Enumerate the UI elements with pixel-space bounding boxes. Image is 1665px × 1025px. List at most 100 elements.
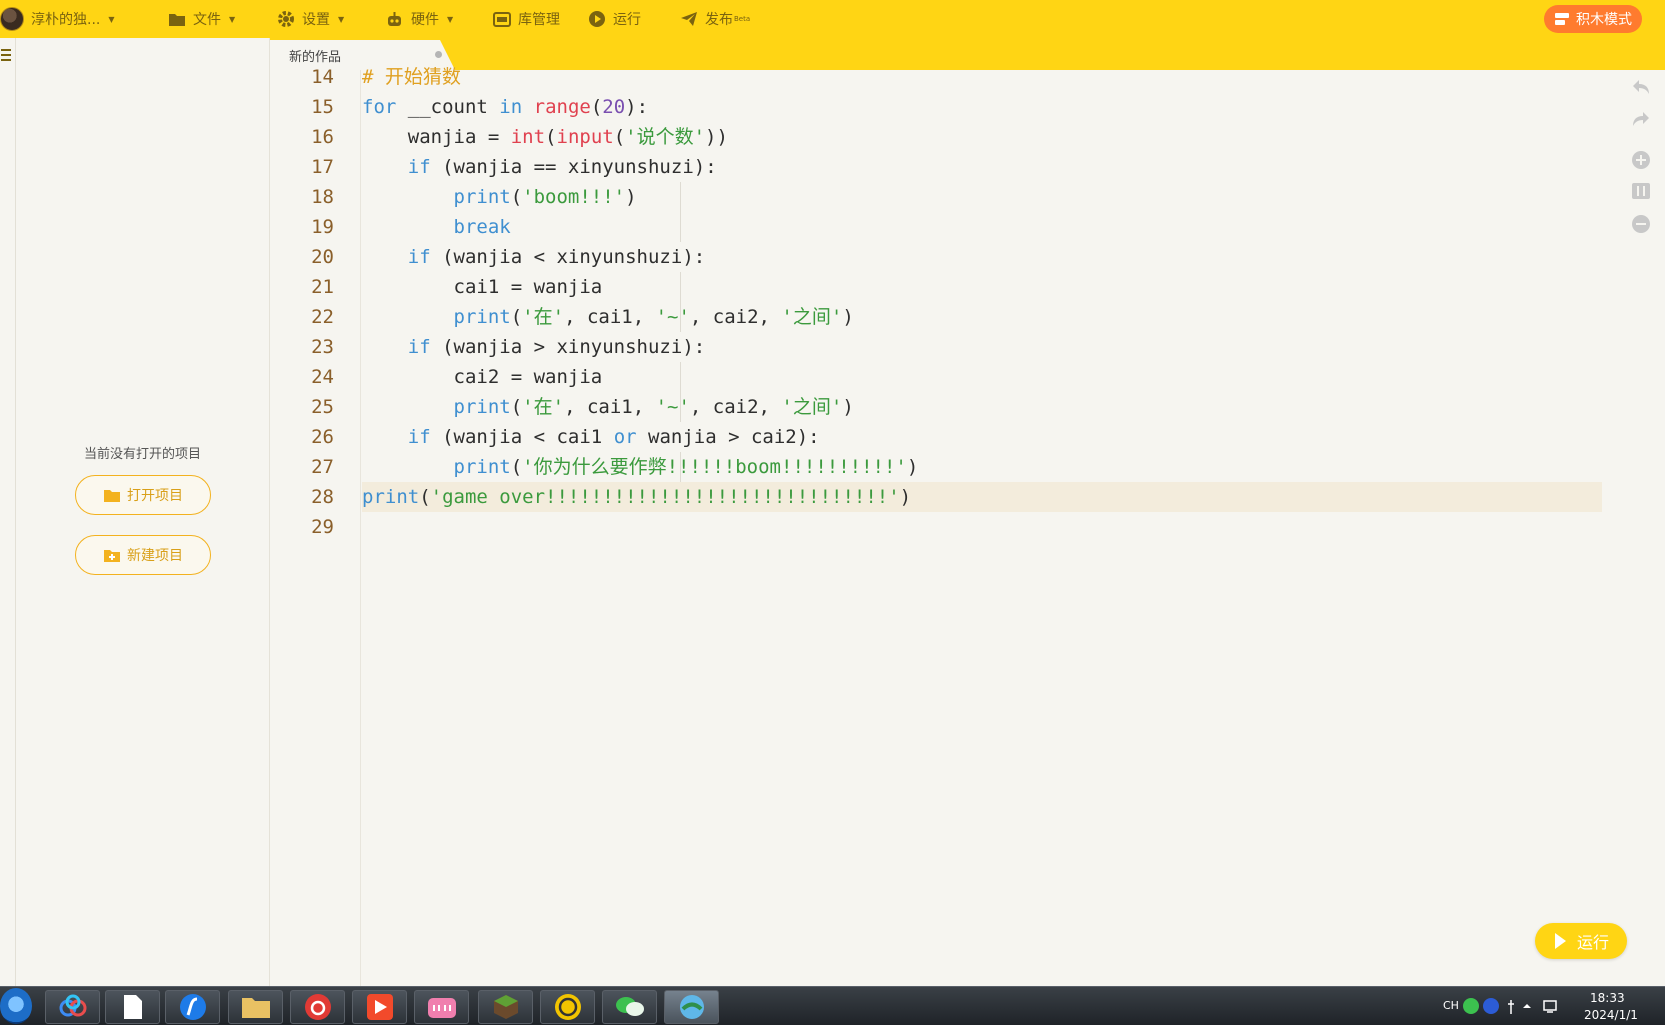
code-line[interactable]: print('你为什么要作弊!!!!!!boom!!!!!!!!!!') — [362, 452, 1602, 482]
run-menu[interactable]: 运行 — [588, 0, 641, 38]
paper-plane-icon — [681, 12, 697, 26]
usb-icon[interactable] — [1506, 999, 1516, 1015]
no-project-message: 当前没有打开的项目 — [83, 447, 201, 462]
clock-time[interactable]: 18:33 — [1590, 991, 1625, 1005]
hardware-menu[interactable]: 硬件 ▼ — [385, 0, 453, 38]
lightning-app-icon[interactable] — [540, 990, 595, 1024]
start-button[interactable] — [0, 988, 32, 1024]
line-number: 26 — [311, 426, 334, 448]
network-status-icon[interactable] — [1463, 998, 1479, 1014]
code-line[interactable]: cai2 = wanjia — [362, 362, 1602, 392]
code-line[interactable]: if (wanjia < xinyunshuzi): — [362, 242, 1602, 272]
system-tray: CH 18:33 2024/1/1 — [1438, 987, 1658, 1025]
open-project-button[interactable]: 打开项目 — [75, 475, 211, 515]
play-icon — [1554, 933, 1566, 949]
library-icon — [493, 11, 511, 27]
help-icon[interactable] — [1483, 998, 1499, 1014]
video-player-icon[interactable] — [352, 990, 407, 1024]
line-number: 20 — [311, 246, 334, 268]
block-mode-button[interactable]: 积木模式 — [1544, 5, 1642, 33]
run-menu-label: 运行 — [613, 12, 641, 28]
hardware-menu-label: 硬件 — [411, 12, 439, 28]
flash-icon[interactable] — [165, 990, 220, 1024]
block-mode-label: 积木模式 — [1576, 12, 1632, 28]
line-number: 19 — [311, 216, 334, 238]
ime-indicator[interactable]: CH — [1443, 999, 1459, 1012]
user-name: 淳朴的独... — [31, 12, 101, 28]
line-number: 22 — [311, 306, 334, 328]
chevron-up-icon[interactable] — [1522, 1001, 1532, 1011]
chevron-down-icon: ▼ — [338, 14, 345, 24]
code-editor[interactable]: 14 15 16 17 18 19 20 21 22 23 24 25 26 2… — [270, 66, 1665, 986]
sidebar-toggle-strip[interactable] — [0, 38, 16, 986]
code-line[interactable]: if (wanjia < cai1 or wanjia > cai2): — [362, 422, 1602, 452]
undo-icon[interactable] — [1631, 78, 1651, 96]
beta-badge: Beta — [734, 15, 751, 23]
line-number: 21 — [311, 276, 334, 298]
line-number: 14 — [311, 66, 334, 88]
line-number: 27 — [311, 456, 334, 478]
publish-menu-label: 发布 — [705, 12, 733, 28]
unsaved-dot-icon[interactable] — [435, 51, 442, 58]
code-line[interactable]: if (wanjia == xinyunshuzi): — [362, 152, 1602, 182]
settings-menu-label: 设置 — [302, 12, 330, 28]
avatar — [0, 7, 24, 31]
line-number: 24 — [311, 366, 334, 388]
netease-music-icon[interactable] — [290, 990, 345, 1024]
wechat-icon[interactable] — [602, 990, 657, 1024]
split-view-icon[interactable] — [1631, 182, 1651, 200]
code-line[interactable]: if (wanjia > xinyunshuzi): — [362, 332, 1602, 362]
run-button[interactable]: 运行 — [1535, 923, 1627, 959]
top-menu-bar: 淳朴的独... ▼ 文件 ▼ 设置 ▼ 硬件 ▼ 库管理 运行 发布 Beta … — [0, 0, 1665, 38]
project-sidebar: 当前没有打开的项目 打开项目 新建项目 — [0, 38, 270, 986]
code-line[interactable]: # 开始猜数 — [362, 62, 1602, 92]
file-icon[interactable] — [105, 990, 160, 1024]
file-menu-label: 文件 — [193, 12, 221, 28]
bilibili-icon[interactable] — [414, 990, 469, 1024]
file-explorer-icon[interactable] — [228, 990, 283, 1024]
coding-app-icon[interactable] — [664, 990, 719, 1024]
code-line[interactable]: print('在', cai1, '~', cai2, '之间') — [362, 302, 1602, 332]
os-taskbar: CH 18:33 2024/1/1 — [0, 986, 1665, 1025]
zoom-in-icon[interactable] — [1631, 150, 1651, 170]
redo-icon[interactable] — [1631, 110, 1651, 128]
code-line[interactable] — [362, 512, 1602, 542]
run-button-label: 运行 — [1576, 933, 1609, 952]
baidu-netdisk-icon[interactable] — [45, 990, 100, 1024]
code-line[interactable]: break — [362, 212, 1602, 242]
robot-icon — [388, 11, 401, 26]
line-number: 18 — [311, 186, 334, 208]
file-menu[interactable]: 文件 ▼ — [168, 0, 235, 38]
user-menu[interactable]: 淳朴的独... ▼ — [0, 0, 115, 38]
code-line[interactable]: print('boom!!!') — [362, 182, 1602, 212]
zoom-out-icon[interactable] — [1631, 214, 1651, 234]
play-circle-icon — [589, 11, 605, 27]
line-number: 23 — [311, 336, 334, 358]
line-number-gutter: 14 15 16 17 18 19 20 21 22 23 24 25 26 2… — [270, 66, 361, 986]
chevron-down-icon: ▼ — [108, 14, 115, 24]
minecraft-icon[interactable] — [478, 990, 533, 1024]
hamburger-icon[interactable] — [1, 48, 13, 62]
monitor-icon[interactable] — [1542, 998, 1558, 1014]
settings-menu[interactable]: 设置 ▼ — [277, 0, 344, 38]
new-project-label: 新建项目 — [127, 548, 183, 564]
code-line[interactable]: print('game over!!!!!!!!!!!!!!!!!!!!!!!!… — [362, 482, 1602, 512]
code-line[interactable]: print('在', cai1, '~', cai2, '之间') — [362, 392, 1602, 422]
line-number: 28 — [311, 486, 334, 508]
chevron-down-icon: ▼ — [229, 14, 236, 24]
code-line[interactable]: for __count in range(20): — [362, 92, 1602, 122]
publish-menu[interactable]: 发布 Beta — [680, 0, 750, 38]
clock-date[interactable]: 2024/1/1 — [1584, 1008, 1638, 1022]
chevron-down-icon: ▼ — [447, 14, 454, 24]
line-number: 25 — [311, 396, 334, 418]
new-project-button[interactable]: 新建项目 — [75, 535, 211, 575]
line-number: 16 — [311, 126, 334, 148]
folder-icon — [169, 13, 185, 26]
gear-icon — [278, 11, 294, 27]
line-number: 17 — [311, 156, 334, 178]
blocks-icon — [1555, 13, 1569, 25]
code-line[interactable]: cai1 = wanjia — [362, 272, 1602, 302]
folder-plus-icon — [104, 549, 120, 562]
code-line[interactable]: wanjia = int(input('说个数')) — [362, 122, 1602, 152]
library-menu[interactable]: 库管理 — [493, 0, 560, 38]
